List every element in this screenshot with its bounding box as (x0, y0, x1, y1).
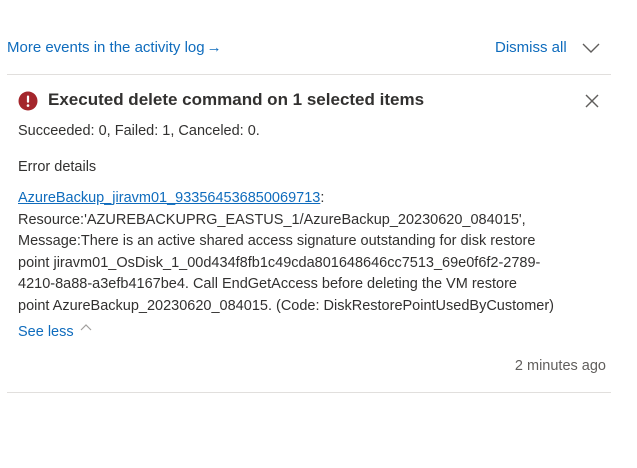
backup-item-link[interactable]: AzureBackup_jiravm01_933564536850069713 (18, 190, 320, 206)
close-icon[interactable] (583, 92, 601, 110)
operation-summary: Succeeded: 0, Failed: 1, Canceled: 0. (18, 123, 260, 139)
chevron-down-icon[interactable] (580, 40, 602, 56)
error-icon (18, 91, 38, 111)
chevron-up-icon (80, 324, 92, 331)
divider (7, 392, 611, 393)
see-less-button[interactable]: See less (18, 323, 92, 340)
error-details-heading: Error details (18, 159, 97, 175)
notifications-panel: More events in the activity log → Dismiss… (0, 0, 637, 468)
see-less-label: See less (18, 324, 74, 340)
notifications-toolbar: More events in the activity log → Dismiss… (0, 30, 637, 64)
dismiss-all-button[interactable]: Dismiss all (495, 39, 567, 56)
error-details-body: AzureBackup_jiravm01_933564536850069713:… (18, 188, 618, 317)
resource-link-suffix: : (320, 190, 325, 206)
notification-timestamp: 2 minutes ago (514, 358, 606, 374)
arrow-right-icon: → (206, 39, 222, 56)
error-detail-line: Message:There is an active shared access… (18, 233, 536, 249)
error-detail-line: point AzureBackup_20230620_084015. (Code… (18, 297, 555, 314)
error-resource-line: AzureBackup_jiravm01_933564536850069713: (18, 188, 618, 210)
error-detail-line: point jiravm01_OsDisk_1_00d434f8fb1c49cd… (18, 254, 541, 271)
error-detail-line: 4210-8a88-a3efb4167be4. Call EndGetAcces… (18, 276, 517, 292)
notification-title: Executed delete command on 1 selected it… (48, 90, 425, 109)
activity-log-link-label: More events in the activity log (7, 39, 205, 56)
activity-log-link[interactable]: More events in the activity log → (7, 39, 222, 56)
notification-card: Executed delete command on 1 selected it… (0, 75, 637, 392)
error-detail-line: Resource:'AZUREBACKUPRG_EASTUS_1/AzureBa… (18, 211, 526, 228)
